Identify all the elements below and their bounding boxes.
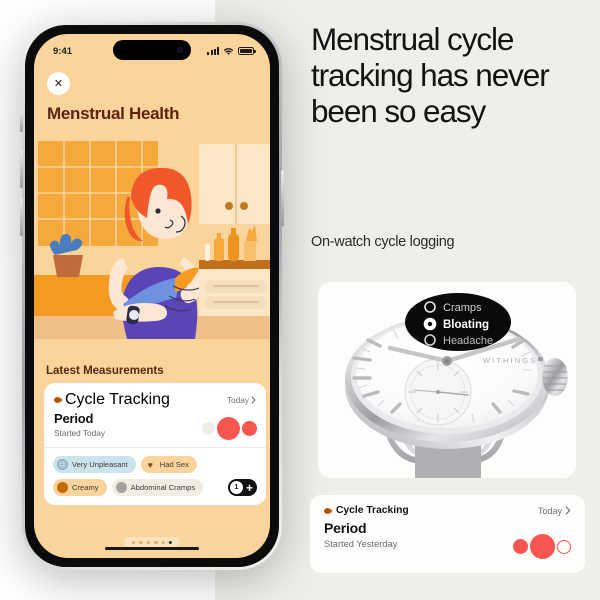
- watch-brand-mark: [538, 357, 543, 361]
- chip-row-1: ☹ Very Unpleasant ♥ Had Sex: [53, 456, 257, 473]
- heart-icon: ♥: [147, 459, 153, 470]
- plus-icon[interactable]: +: [246, 482, 253, 494]
- watch-crown: [542, 358, 568, 396]
- watch-product-card: WITHINGS Cramps Bloating Headache: [318, 282, 576, 478]
- watch-option-cramps: Cramps: [443, 302, 482, 314]
- bottom-cycle-card[interactable]: Cycle Tracking Today Period Started Yest…: [310, 495, 585, 573]
- chip-very-unpleasant[interactable]: ☹ Very Unpleasant: [53, 456, 136, 473]
- flow-intensity-dots: [202, 417, 257, 440]
- marketing-headline: Menstrual cycle tracking has never been …: [311, 21, 550, 129]
- status-bar-time: 9:41: [53, 45, 73, 57]
- withings-watch-image: WITHINGS Cramps Bloating Headache: [318, 282, 576, 478]
- flow-dot-heavy: [217, 417, 240, 440]
- page-dot[interactable]: [139, 541, 143, 545]
- measurement-card-header: Cycle Tracking Today Period Started Toda…: [44, 383, 266, 447]
- flow-dot-pale: [202, 422, 215, 435]
- cycle-tracking-label: Cycle Tracking: [65, 391, 170, 408]
- page-dot[interactable]: [161, 541, 165, 545]
- front-camera-icon: [177, 47, 183, 53]
- wifi-icon: [223, 47, 234, 55]
- symptom-dot-icon: [115, 482, 127, 493]
- home-indicator[interactable]: [105, 546, 199, 550]
- cycle-tracking-dot-icon: [54, 397, 61, 403]
- page-title: Menstrual Health: [47, 104, 180, 123]
- cycle-tracking-dot-icon: [324, 507, 331, 514]
- close-icon: ✕: [53, 78, 64, 90]
- watch-option-headache: Headache: [443, 335, 493, 347]
- chip-had-sex[interactable]: ♥ Had Sex: [140, 456, 197, 473]
- signal-bars-icon: [207, 47, 219, 55]
- watch-option-bloating: Bloating: [443, 319, 489, 331]
- flow-dot-outline: [557, 539, 571, 554]
- watch-oled-display: Cramps Bloating Headache: [405, 293, 511, 351]
- add-entry-counter[interactable]: 1 +: [227, 479, 257, 496]
- discharge-dot-icon: [57, 482, 68, 493]
- measurement-card-chips: ☹ Very Unpleasant ♥ Had Sex Creamy Abdom…: [44, 448, 266, 505]
- chip-label: Abdominal Cramps: [130, 483, 196, 492]
- chip-label: Creamy: [72, 483, 99, 492]
- flow-dot-medium: [242, 421, 257, 436]
- battery-icon: [238, 47, 256, 55]
- page-dot[interactable]: [154, 541, 158, 545]
- phone-bezel: 9:41 ✕ Menstrual Health Latest Measureme…: [25, 25, 279, 567]
- phone-volume-up-button[interactable]: [20, 150, 23, 188]
- phone-mockup: 9:41 ✕ Menstrual Health Latest Measureme…: [20, 22, 284, 570]
- counter-value: 1: [229, 481, 243, 494]
- today-link[interactable]: Today: [227, 395, 256, 405]
- phone-silence-switch[interactable]: [20, 110, 23, 132]
- menstrual-health-illustration: [34, 134, 270, 339]
- page-dot[interactable]: [131, 541, 136, 545]
- today-link[interactable]: Today: [538, 506, 571, 516]
- marketing-subheadline: On-watch cycle logging: [311, 234, 455, 250]
- today-label: Today: [226, 395, 249, 405]
- chip-label: Very Unpleasant: [72, 460, 128, 469]
- flow-dot-medium: [513, 539, 528, 554]
- status-bar-indicators: [207, 47, 256, 56]
- phone-screen: 9:41 ✕ Menstrual Health Latest Measureme…: [34, 34, 270, 558]
- dynamic-island: [113, 40, 191, 60]
- flow-intensity-dots: [513, 534, 571, 559]
- measurement-card[interactable]: Cycle Tracking Today Period Started Toda…: [44, 383, 266, 505]
- chip-row-2: Creamy Abdominal Cramps: [53, 479, 257, 496]
- phone-volume-down-button[interactable]: [20, 198, 23, 236]
- chevron-right-icon: [251, 396, 256, 404]
- phone-frame: 9:41 ✕ Menstrual Health Latest Measureme…: [20, 22, 284, 570]
- status-bar: 9:41: [34, 34, 270, 64]
- cycle-tracking-category: Cycle Tracking: [54, 391, 170, 409]
- frowning-face-icon: ☹: [57, 459, 68, 470]
- chip-abdominal-cramps[interactable]: Abdominal Cramps: [111, 479, 204, 496]
- chip-label: Had Sex: [159, 460, 189, 469]
- page-dot[interactable]: [146, 541, 150, 545]
- phone-power-button[interactable]: [281, 170, 284, 226]
- page-dot-active[interactable]: [168, 541, 173, 545]
- section-label-latest-measurements: Latest Measurements: [46, 365, 164, 377]
- chevron-right-icon: [565, 506, 571, 515]
- bottom-card-category: Cycle Tracking: [324, 505, 409, 516]
- close-button[interactable]: ✕: [47, 72, 70, 95]
- flow-dot-heavy: [530, 534, 555, 559]
- chip-creamy[interactable]: Creamy: [53, 479, 107, 496]
- watch-subdial: [404, 358, 472, 426]
- today-label: Today: [537, 505, 562, 516]
- watch-brand-text: WITHINGS: [483, 356, 537, 365]
- cycle-tracking-label: Cycle Tracking: [336, 505, 409, 516]
